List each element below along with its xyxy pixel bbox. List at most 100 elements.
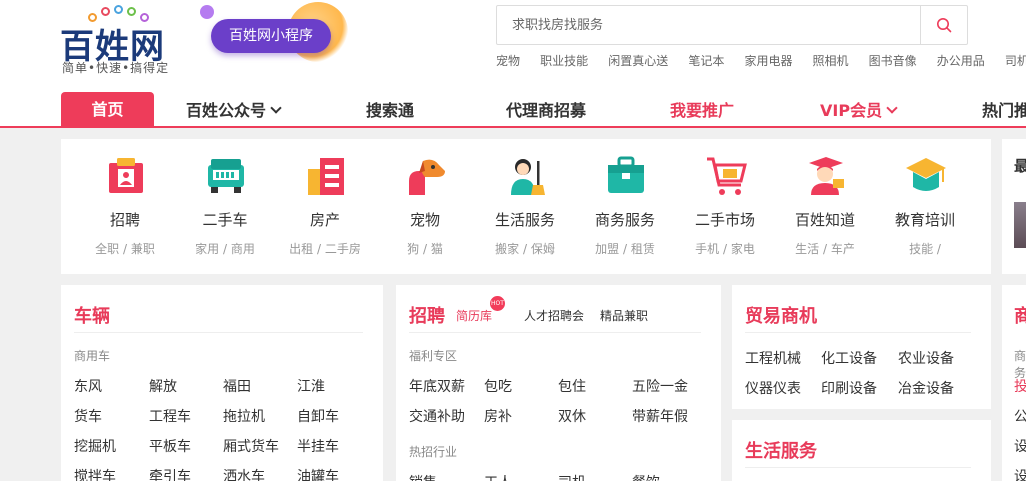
house-icon <box>308 158 344 195</box>
nav-search-pass[interactable]: 搜索通 <box>366 92 414 126</box>
nav-hot[interactable]: 热门推荐 <box>982 92 1026 126</box>
list-item[interactable]: 平板车 <box>149 436 191 456</box>
tab-job-fair[interactable]: 人才招聘会 <box>524 307 584 324</box>
list-item[interactable]: 工人 <box>484 472 512 481</box>
list-item[interactable]: 印刷设备 <box>821 378 877 398</box>
chevron-down-icon <box>886 102 898 114</box>
hot-word[interactable]: 办公用品 <box>937 52 985 69</box>
list-item[interactable]: 工程车 <box>149 406 191 426</box>
category-used-cars[interactable]: 二手车 家用 / 商用 <box>175 139 275 274</box>
nav-promote[interactable]: 我要推广 <box>670 92 734 126</box>
category-title: 宠物 <box>409 211 440 229</box>
category-house[interactable]: 房产 出租 / 二手房 <box>275 139 375 274</box>
category-education[interactable]: 教育培训 技能 / <box>875 139 975 274</box>
list-item[interactable]: 牵引车 <box>149 466 191 481</box>
list-item[interactable]: 销售 <box>409 472 437 481</box>
list-item[interactable]: 双休 <box>558 406 586 426</box>
list-item[interactable]: 农业设备 <box>898 348 954 368</box>
divider <box>745 467 971 468</box>
hot-word[interactable]: 宠物 <box>496 52 520 69</box>
nav-vip[interactable]: VIP会员 <box>820 92 898 126</box>
list-item[interactable]: 厢式货车 <box>223 436 279 456</box>
list-item[interactable]: 五险一金 <box>632 376 688 396</box>
search-button[interactable] <box>920 6 967 44</box>
list-item[interactable]: 交通补助 <box>409 406 465 426</box>
list-item[interactable]: 带薪年假 <box>632 406 688 426</box>
list-item[interactable]: 货车 <box>74 406 102 426</box>
list-item[interactable]: 投资 <box>1014 376 1026 396</box>
category-business-service[interactable]: 商务服务 加盟 / 租赁 <box>575 139 675 274</box>
list-item[interactable]: 年底双薪 <box>409 376 465 396</box>
list-item[interactable]: 设计 <box>1014 436 1026 456</box>
card-title[interactable]: 商务 <box>1014 302 1026 328</box>
divider <box>74 332 363 333</box>
hot-word[interactable]: 职业技能 <box>540 52 588 69</box>
logo-slogan: 简单•快速•搞得定 <box>62 61 170 75</box>
nav-home[interactable]: 首页 <box>61 92 154 126</box>
list-item[interactable]: 洒水车 <box>223 466 265 481</box>
card-title[interactable]: 生活服务 <box>745 437 817 463</box>
card-title[interactable]: 招聘 <box>409 302 445 328</box>
main-nav: 首页 百姓公众号 搜索通 代理商招募 我要推广 VIP会员 热门推荐 <box>0 92 1026 128</box>
vehicles-card: 车辆 商用车 东风 解放 福田 江淮 货车 工程车 拖拉机 自卸车 挖掘机 平板… <box>61 285 383 481</box>
hot-word[interactable]: 笔记本 <box>688 52 724 69</box>
hot-word[interactable]: 照相机 <box>813 52 849 69</box>
tab-resume-library[interactable]: 简历库 <box>456 307 492 324</box>
site-header: 百姓网 简单•快速•搞得定 百姓网小程序 宠物 职业技能 闲置真心送 笔记本 家… <box>0 0 1026 128</box>
category-life-service[interactable]: 生活服务 搬家 / 保姆 <box>475 139 575 274</box>
list-item[interactable]: 江淮 <box>297 376 325 396</box>
category-sub: 技能 / <box>909 242 941 256</box>
card-title[interactable]: 贸易商机 <box>745 302 817 328</box>
hot-word[interactable]: 图书音像 <box>869 52 917 69</box>
list-item[interactable]: 包吃 <box>484 376 512 396</box>
hot-word[interactable]: 闲置真心送 <box>608 52 668 69</box>
list-item[interactable]: 仪器仪表 <box>745 378 801 398</box>
list-item[interactable]: 司机 <box>558 472 586 481</box>
card-title[interactable]: 车辆 <box>74 302 110 328</box>
list-item[interactable]: 房补 <box>484 406 512 426</box>
search-icon <box>937 18 952 33</box>
category-second-hand[interactable]: 二手市场 手机 / 家电 <box>675 139 775 274</box>
list-item[interactable]: 公司 <box>1014 406 1026 426</box>
category-sub: 家用 / 商用 <box>195 242 255 256</box>
list-item[interactable]: 化工设备 <box>821 348 877 368</box>
divider <box>409 332 701 333</box>
search-input[interactable] <box>497 6 921 44</box>
list-item[interactable]: 设备 <box>1014 466 1026 481</box>
nav-agent[interactable]: 代理商招募 <box>506 92 586 126</box>
list-item[interactable]: 东风 <box>74 376 102 396</box>
mini-program-button[interactable]: 百姓网小程序 <box>211 19 331 53</box>
category-pets[interactable]: 宠物 狗 / 猫 <box>375 139 475 274</box>
list-item[interactable]: 餐饮 <box>632 472 660 481</box>
list-item[interactable]: 搅拌车 <box>74 466 116 481</box>
list-item[interactable]: 包住 <box>558 376 586 396</box>
scholar-icon <box>809 157 844 195</box>
chevron-down-icon <box>270 102 282 114</box>
nav-wechat[interactable]: 百姓公众号 <box>186 92 282 126</box>
life-service-card: 生活服务 <box>732 420 991 481</box>
category-jobs[interactable]: 招聘 全职 / 兼职 <box>75 139 175 274</box>
latest-thumbnail[interactable] <box>1014 202 1026 248</box>
site-logo[interactable]: 百姓网 简单•快速•搞得定 <box>60 5 180 75</box>
cleaner-icon <box>511 159 545 195</box>
trade-card: 贸易商机 工程机械 化工设备 农业设备 仪器仪表 印刷设备 冶金设备 <box>732 285 991 409</box>
list-item[interactable]: 油罐车 <box>297 466 339 481</box>
list-item[interactable]: 半挂车 <box>297 436 339 456</box>
list-item[interactable]: 福田 <box>223 376 251 396</box>
list-item[interactable]: 拖拉机 <box>223 406 265 426</box>
list-item[interactable]: 冶金设备 <box>898 378 954 398</box>
list-item[interactable]: 解放 <box>149 376 177 396</box>
category-title: 教育培训 <box>894 211 955 229</box>
mini-program-promo: 百姓网小程序 <box>198 2 348 74</box>
category-title: 二手车 <box>202 211 248 229</box>
hot-word[interactable]: 司机 <box>1005 52 1026 69</box>
tab-part-time[interactable]: 精品兼职 <box>600 307 648 324</box>
sub-heading: 福利专区 <box>409 349 458 363</box>
car-icon <box>208 159 244 193</box>
category-sub: 生活 / 车产 <box>795 242 855 256</box>
list-item[interactable]: 自卸车 <box>297 406 339 426</box>
list-item[interactable]: 工程机械 <box>745 348 801 368</box>
category-baixing-know[interactable]: 百姓知道 生活 / 车产 <box>775 139 875 274</box>
hot-word[interactable]: 家用电器 <box>744 52 792 69</box>
list-item[interactable]: 挖掘机 <box>74 436 116 456</box>
